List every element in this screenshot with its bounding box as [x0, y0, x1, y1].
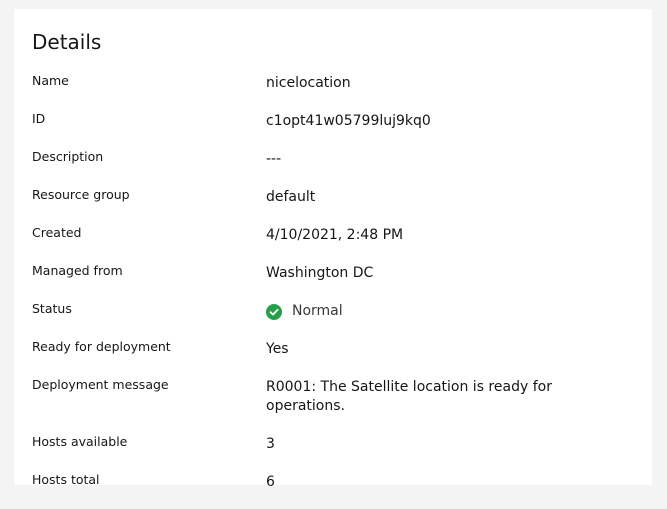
- detail-value: nicelocation: [266, 75, 351, 91]
- detail-label: Status: [32, 301, 72, 316]
- detail-label: Hosts total: [32, 472, 100, 487]
- detail-row-hosts-total: Hosts total 6: [32, 471, 642, 492]
- detail-label: Deployment message: [32, 377, 169, 392]
- detail-value: 3: [266, 436, 275, 452]
- detail-row-id: ID c1opt41w05799luj9kq0: [32, 110, 642, 131]
- detail-label: Ready for deployment: [32, 339, 171, 354]
- details-list: Name nicelocation ID c1opt41w05799luj9kq…: [32, 72, 642, 509]
- detail-label: Managed from: [32, 263, 123, 278]
- detail-label: ID: [32, 111, 46, 126]
- detail-row-resource-group: Resource group default: [32, 186, 642, 207]
- detail-value: 6: [266, 474, 275, 490]
- detail-value: default: [266, 189, 316, 205]
- detail-value: Yes: [266, 341, 289, 357]
- detail-row-deployment-message: Deployment message R0001: The Satellite …: [32, 376, 642, 416]
- status-value: Normal: [266, 300, 566, 321]
- detail-label: Description: [32, 149, 104, 164]
- check-circle-icon: [266, 303, 282, 320]
- detail-row-created: Created 4/10/2021, 2:48 PM: [32, 224, 642, 245]
- detail-value: ---: [266, 151, 282, 167]
- detail-row-description: Description ---: [32, 148, 642, 169]
- panel-title: Details: [32, 30, 102, 54]
- detail-row-managed-from: Managed from Washington DC: [32, 262, 642, 283]
- detail-label: Hosts available: [32, 434, 128, 449]
- detail-label: Resource group: [32, 187, 130, 202]
- detail-label: Created: [32, 225, 82, 240]
- status-text: Normal: [292, 303, 343, 319]
- detail-value: c1opt41w05799luj9kq0: [266, 113, 431, 129]
- detail-row-name: Name nicelocation: [32, 72, 642, 93]
- detail-row-hosts-available: Hosts available 3: [32, 433, 642, 454]
- detail-value: Washington DC: [266, 265, 374, 281]
- detail-value: 4/10/2021, 2:48 PM: [266, 227, 404, 243]
- detail-row-ready-for-deployment: Ready for deployment Yes: [32, 338, 642, 359]
- detail-row-status: Status Normal: [32, 300, 642, 321]
- detail-label: Name: [32, 73, 69, 88]
- details-panel: Details Name nicelocation ID c1opt41w057…: [14, 9, 652, 490]
- detail-value: R0001: The Satellite location is ready f…: [266, 379, 552, 414]
